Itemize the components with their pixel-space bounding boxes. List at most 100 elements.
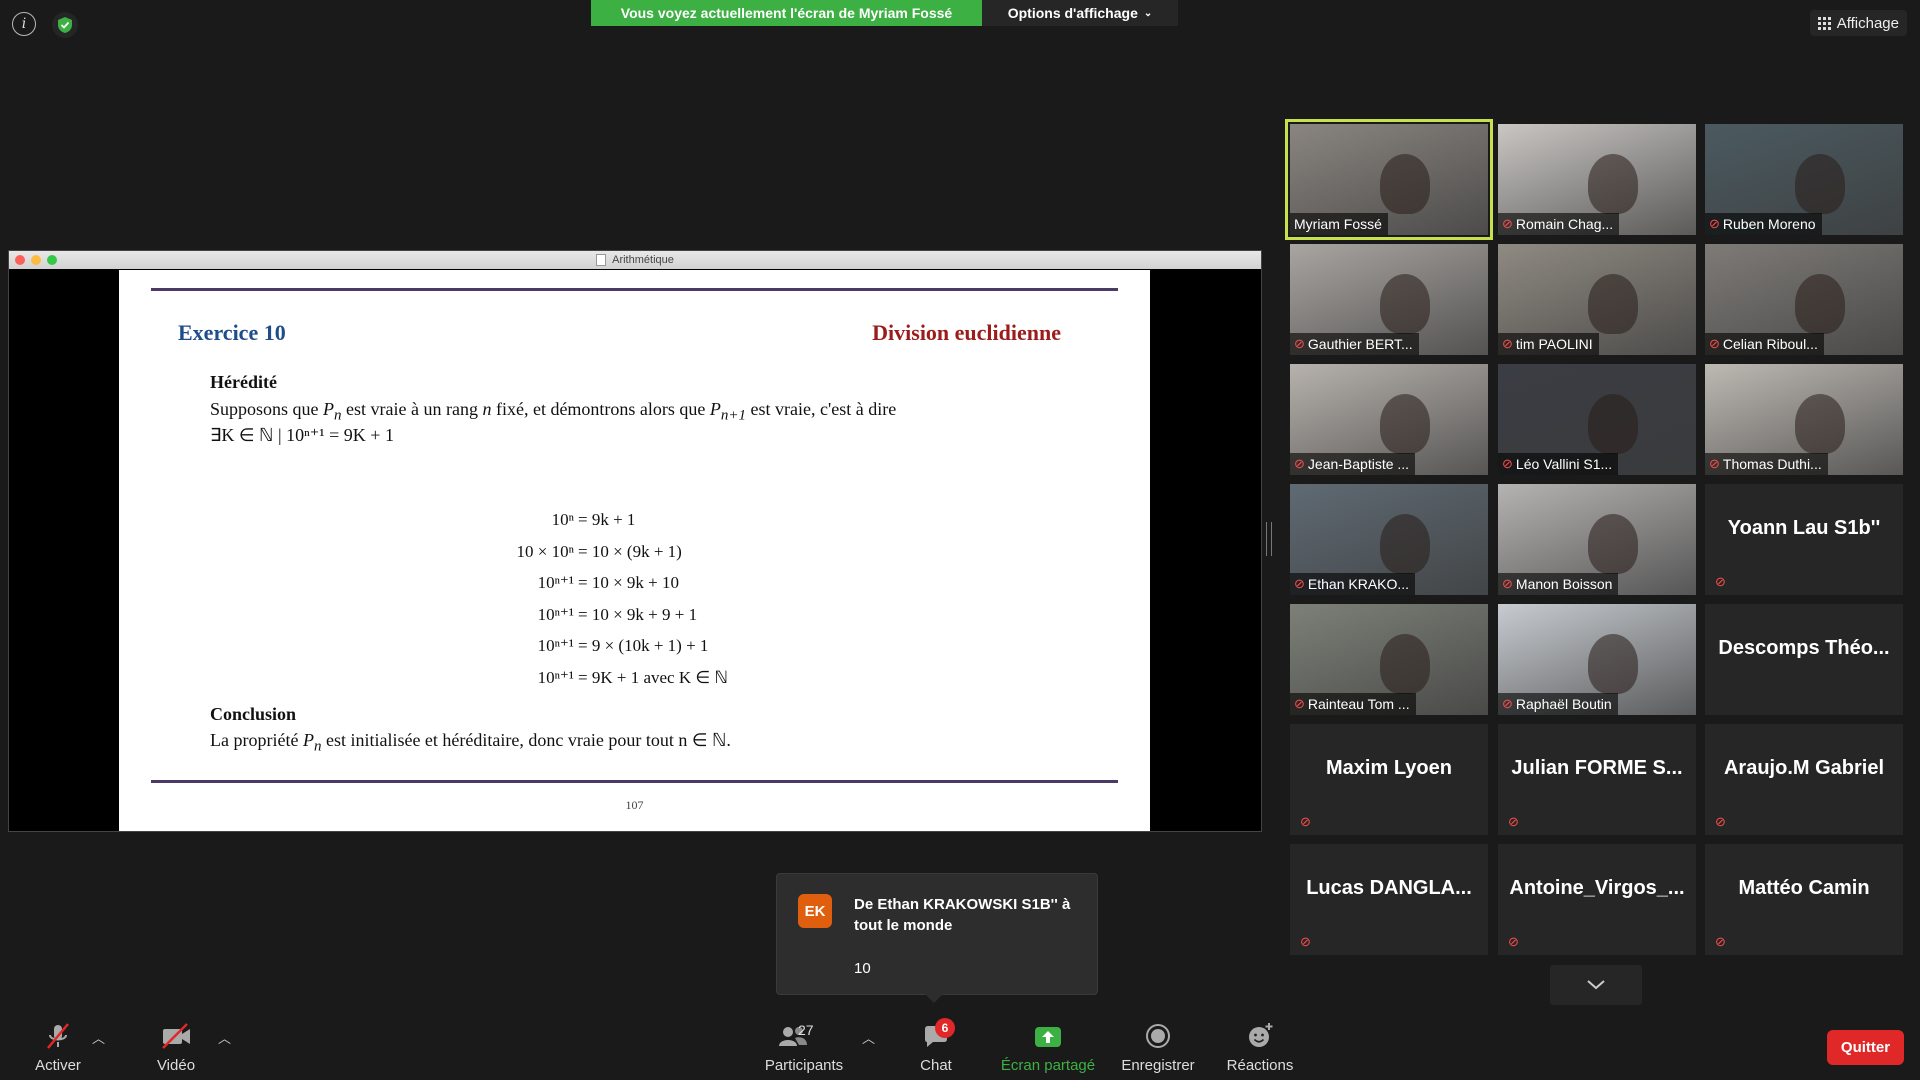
mic-muted-icon: ⊘ bbox=[1300, 934, 1311, 949]
participant-tile[interactable]: ⊘ Thomas Duthi... bbox=[1705, 364, 1903, 475]
participant-tile[interactable]: Mattéo Camin ⊘ bbox=[1705, 844, 1903, 955]
sender-avatar: EK bbox=[798, 894, 832, 928]
participant-video-silhouette bbox=[1588, 514, 1638, 574]
equation-lhs: 10ⁿ⁺¹ bbox=[537, 667, 574, 687]
participant-video-silhouette bbox=[1795, 394, 1845, 454]
chat-notification[interactable]: EK De Ethan KRAKOWSKI S1B'' à tout le mo… bbox=[776, 873, 1098, 1003]
participant-tile[interactable]: Yoann Lau S1b'' ⊘ bbox=[1705, 484, 1903, 595]
participant-name-tag: ⊘ Thomas Duthi... bbox=[1705, 453, 1828, 475]
participant-name: Maxim Lyoen bbox=[1326, 757, 1452, 779]
equation-lhs: 10ⁿ⁺¹ bbox=[537, 573, 574, 592]
document-icon bbox=[596, 254, 607, 266]
reactions-label: Réactions bbox=[1226, 1057, 1294, 1074]
equation-rhs: = 10 × (9k + 1) bbox=[578, 541, 682, 561]
mic-muted-icon: ⊘ bbox=[1709, 216, 1720, 231]
close-window-dot bbox=[15, 255, 25, 265]
encryption-shield-icon[interactable] bbox=[52, 12, 78, 38]
panel-resize-handle[interactable] bbox=[1266, 522, 1272, 556]
participant-name-tag: ⊘ Ruben Moreno bbox=[1705, 213, 1822, 235]
mic-muted-icon: ⊘ bbox=[1508, 814, 1519, 829]
participant-tile[interactable]: Myriam Fossé bbox=[1285, 119, 1493, 240]
participant-name: Celian Riboul... bbox=[1722, 336, 1818, 352]
shared-screen[interactable]: Arithmétique Exercice 10 Division euclid… bbox=[8, 250, 1262, 832]
participants-button[interactable]: 27 Participants bbox=[758, 1014, 850, 1074]
participant-tile[interactable]: ⊘ tim PAOLINI bbox=[1498, 244, 1696, 355]
participant-name: Jean-Baptiste ... bbox=[1307, 456, 1410, 472]
record-label: Enregistrer bbox=[1121, 1057, 1195, 1074]
zoom-window-dot bbox=[47, 255, 57, 265]
participant-tile[interactable]: ⊘ Ruben Moreno bbox=[1705, 124, 1903, 235]
participant-name: Myriam Fossé bbox=[1294, 216, 1382, 232]
participant-tile[interactable]: ⊘ Gauthier BERT... bbox=[1290, 244, 1488, 355]
mic-muted-icon: ⊘ bbox=[1709, 456, 1720, 471]
audio-options-caret[interactable]: ︿ bbox=[92, 1028, 105, 1047]
participant-tile[interactable]: Julian FORME S... ⊘ bbox=[1498, 724, 1696, 835]
layout-button[interactable]: Affichage bbox=[1809, 10, 1907, 36]
participant-name: Ethan KRAKO... bbox=[1307, 576, 1410, 592]
video-label: Vidéo bbox=[156, 1057, 196, 1074]
mic-muted-icon: ⊘ bbox=[1709, 336, 1720, 351]
exercise-title: Exercice 10 bbox=[178, 320, 286, 345]
mic-muted-icon: ⊘ bbox=[1715, 574, 1726, 589]
mic-muted-icon: ⊘ bbox=[1294, 456, 1305, 471]
video-button[interactable]: Vidéo bbox=[146, 1014, 206, 1074]
chat-sender-line: De Ethan KRAKOWSKI S1B'' à tout le monde bbox=[854, 896, 1071, 934]
participant-name-tag: ⊘ Raphaël Boutin bbox=[1498, 693, 1618, 715]
participant-tile[interactable]: Descomps Théo... bbox=[1705, 604, 1903, 715]
video-off-icon bbox=[162, 1023, 190, 1049]
participant-name-tag: ⊘ Gauthier BERT... bbox=[1290, 333, 1419, 355]
equation-rhs: = 9K + 1 avec K ∈ ℕ bbox=[578, 667, 729, 687]
window-title: Arithmétique bbox=[612, 254, 674, 266]
mic-muted-icon: ⊘ bbox=[1502, 456, 1513, 471]
mic-muted-icon: ⊘ bbox=[1294, 576, 1305, 591]
participant-name: Lucas DANGLA... bbox=[1306, 877, 1472, 899]
participant-tile[interactable]: Araujo.M Gabriel ⊘ bbox=[1705, 724, 1903, 835]
participant-name-tag: ⊘ Léo Vallini S1... bbox=[1498, 453, 1619, 475]
video-options-caret[interactable]: ︿ bbox=[218, 1028, 231, 1047]
participants-options-caret[interactable]: ︿ bbox=[862, 1028, 875, 1047]
mic-muted-icon: ⊘ bbox=[1715, 814, 1726, 829]
participant-tile[interactable]: ⊘ Celian Riboul... bbox=[1705, 244, 1903, 355]
screen-share-banner: Vous voyez actuellement l'écran de Myria… bbox=[591, 0, 982, 26]
leave-button[interactable]: Quitter bbox=[1827, 1030, 1904, 1065]
gallery-next-button[interactable] bbox=[1550, 965, 1642, 1005]
participant-name: Yoann Lau S1b'' bbox=[1727, 517, 1881, 539]
equation-rhs: = 10 × 9k + 10 bbox=[578, 573, 680, 592]
participant-name: Thomas Duthi... bbox=[1722, 456, 1822, 472]
minimize-window-dot bbox=[31, 255, 41, 265]
participant-tile[interactable]: ⊘ Romain Chag... bbox=[1498, 124, 1696, 235]
participant-video-silhouette bbox=[1380, 514, 1430, 574]
reactions-button[interactable]: Réactions bbox=[1220, 1014, 1300, 1074]
toast-pointer bbox=[925, 994, 943, 1003]
participant-tile[interactable]: ⊘ Raphaël Boutin bbox=[1498, 604, 1696, 715]
info-icon[interactable]: i bbox=[12, 12, 36, 36]
document-page: Exercice 10 Division euclidienne Hérédit… bbox=[119, 270, 1150, 831]
participant-tile[interactable]: ⊘ Léo Vallini S1... bbox=[1498, 364, 1696, 475]
view-options-button[interactable]: Options d'affichage ⌄ bbox=[982, 0, 1178, 26]
participant-name: Ruben Moreno bbox=[1722, 216, 1816, 232]
unmute-button[interactable]: Activer bbox=[28, 1014, 88, 1074]
chat-button[interactable]: 6 Chat bbox=[908, 1014, 964, 1074]
participant-name: Araujo.M Gabriel bbox=[1723, 757, 1885, 779]
equation-lhs: 10 × 10ⁿ bbox=[516, 541, 574, 561]
mic-muted-icon: ⊘ bbox=[1715, 934, 1726, 949]
participant-name-tag: ⊘ Manon Boisson bbox=[1498, 573, 1619, 595]
equation-rhs: = 9 × (10k + 1) + 1 bbox=[578, 636, 709, 655]
unread-badge: 6 bbox=[935, 1018, 955, 1038]
top-rule bbox=[151, 288, 1118, 291]
chevron-down-icon: ⌄ bbox=[1143, 7, 1153, 19]
record-button[interactable]: Enregistrer bbox=[1116, 1014, 1200, 1074]
participant-tile[interactable]: Antoine_Virgos_... ⊘ bbox=[1498, 844, 1696, 955]
participant-tile[interactable]: Maxim Lyoen ⊘ bbox=[1290, 724, 1488, 835]
participant-tile[interactable]: ⊘ Rainteau Tom ... bbox=[1290, 604, 1488, 715]
participant-tile[interactable]: ⊘ Ethan KRAKO... bbox=[1290, 484, 1488, 595]
participant-name-tag: ⊘ tim PAOLINI bbox=[1498, 333, 1599, 355]
participant-tile[interactable]: ⊘ Jean-Baptiste ... bbox=[1290, 364, 1488, 475]
share-screen-button[interactable]: Écran partagé bbox=[996, 1014, 1100, 1074]
participant-name: Manon Boisson bbox=[1515, 576, 1613, 592]
participant-name: Descomps Théo... bbox=[1718, 637, 1890, 659]
participant-tile[interactable]: ⊘ Manon Boisson bbox=[1498, 484, 1696, 595]
participant-name-tag: ⊘ Ethan KRAKO... bbox=[1290, 573, 1416, 595]
participant-name: Gauthier BERT... bbox=[1307, 336, 1413, 352]
participant-tile[interactable]: Lucas DANGLA... ⊘ bbox=[1290, 844, 1488, 955]
